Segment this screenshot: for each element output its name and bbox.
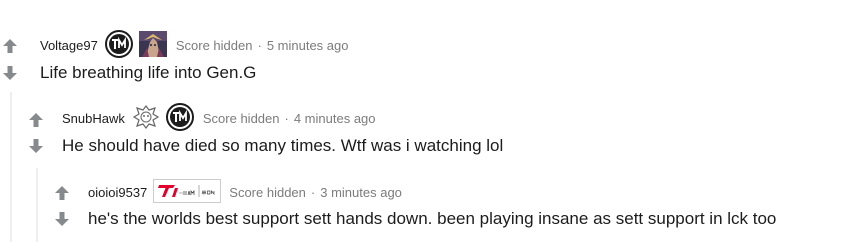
score-status: Score hidden: [202, 110, 280, 126]
upvote-button[interactable]: [28, 112, 44, 128]
score-status: Score hidden: [229, 184, 306, 200]
downvote-arrow-icon: [3, 66, 17, 80]
downvote-arrow-icon: [55, 212, 69, 226]
tsm-flair-icon: [165, 102, 195, 134]
timestamp-link[interactable]: 4 minutes ago: [294, 111, 376, 126]
upvote-arrow-icon: [3, 39, 17, 53]
comment-body: Life breathing life into Gen.G: [40, 63, 257, 82]
comment-meta: oioioi9537 Score hidden · 3 minutes ago: [88, 178, 402, 206]
timestamp-link[interactable]: 3 minutes ago: [320, 185, 402, 200]
tsm-flair-icon: [104, 29, 134, 61]
downvote-arrow-icon: [29, 139, 43, 153]
comment-body: he's the worlds best support sett hands …: [88, 209, 777, 228]
comment-body: He should have died so many times. Wtf w…: [62, 136, 504, 155]
downvote-button[interactable]: [28, 138, 44, 154]
downvote-button[interactable]: [54, 211, 70, 227]
comment-meta: Voltage97 Score hidden · 5 minutes ago: [40, 29, 349, 61]
thread-line-level-1[interactable]: [10, 92, 12, 242]
upvote-arrow-icon: [55, 186, 69, 200]
downvote-button[interactable]: [2, 65, 18, 81]
timestamp-link[interactable]: 5 minutes ago: [267, 38, 349, 53]
t1-damwon-flair-icon: [153, 178, 222, 206]
score-status: Score hidden: [175, 37, 253, 53]
champion-portrait-icon: [138, 30, 168, 61]
upvote-arrow-icon: [29, 113, 43, 127]
username-link[interactable]: oioioi9537: [88, 185, 147, 200]
upvote-button[interactable]: [54, 185, 70, 201]
g2-flair-icon: [131, 103, 161, 134]
username-link[interactable]: SnubHawk: [62, 111, 125, 126]
username-link[interactable]: Voltage97: [40, 38, 98, 53]
comment-meta: SnubHawk Score hidden · 4 minutes ago: [62, 102, 376, 134]
meta-separator: ·: [284, 110, 289, 126]
meta-separator: ·: [310, 184, 316, 200]
meta-separator: ·: [257, 37, 262, 53]
upvote-button[interactable]: [2, 38, 18, 54]
thread-line-level-2[interactable]: [36, 168, 38, 242]
